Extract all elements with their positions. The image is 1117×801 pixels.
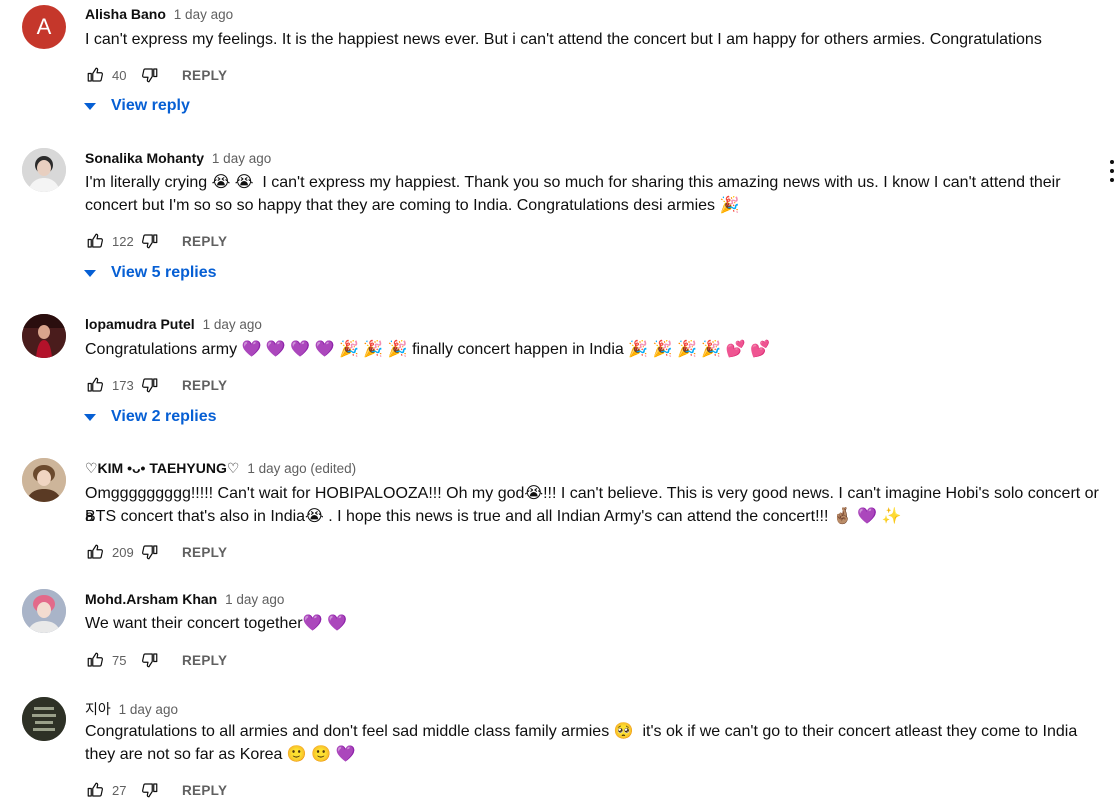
comment-actions: 209 REPLY [85,541,227,563]
comment-time[interactable]: 1 day ago [119,702,178,717]
comment-time[interactable]: 1 day ago [225,592,284,607]
author-name[interactable]: ♡KIM •ᴗ• TAEHYUNG♡ [85,460,239,476]
like-icon[interactable] [85,650,105,670]
avatar[interactable] [22,314,66,358]
dislike-icon[interactable] [140,780,160,800]
like-icon[interactable] [85,542,105,562]
author-name[interactable]: Mohd.Arsham Khan [85,591,217,607]
comment-actions: 122 REPLY [85,230,227,252]
comment-actions: 27 REPLY [85,779,227,801]
comment-header: Sonalika Mohanty 1 day ago [85,150,271,166]
like-count: 122 [112,233,134,249]
comment-text-line: Congratulations army 💜 💜 💜 💜 🎉 🎉 🎉 final… [85,341,770,358]
reply-button[interactable]: REPLY [182,68,227,83]
comment-time[interactable]: 1 day ago [212,151,271,166]
avatar[interactable] [22,458,66,502]
dislike-icon[interactable] [140,375,160,395]
comment-time[interactable]: 1 day ago (edited) [247,461,356,476]
like-icon[interactable] [85,65,105,85]
avatar[interactable] [22,697,66,741]
avatar[interactable]: A [22,5,66,49]
comment-header: ♡KIM •ᴗ• TAEHYUNG♡ 1 day ago (edited) [85,460,356,477]
dislike-icon[interactable] [140,231,160,251]
view-replies-button[interactable]: View 2 replies [82,405,217,429]
like-count: 209 [112,544,134,560]
view-replies-button[interactable]: View 5 replies [82,261,217,285]
more-actions-icon[interactable] [1107,160,1117,182]
comment-time[interactable]: 1 day ago [174,7,233,22]
like-icon[interactable] [85,780,105,800]
author-name[interactable]: lopamudra Putel [85,316,195,332]
comment-text-line: We want their concert together💜 💜 [85,615,347,632]
comment-text-line: I can't express my feelings. It is the h… [85,31,1042,48]
comment-header: 지아 1 day ago [85,699,178,719]
kebab-dot [1110,169,1114,173]
like-icon[interactable] [85,375,105,395]
comment-time[interactable]: 1 day ago [203,317,262,332]
dislike-icon[interactable] [140,65,160,85]
comment-header: Mohd.Arsham Khan 1 day ago [85,591,284,607]
view-replies-label: View reply [111,97,190,114]
comment-actions: 40 REPLY [85,64,227,86]
caret-down-icon [84,102,96,110]
author-name[interactable]: Sonalika Mohanty [85,150,204,166]
avatar[interactable] [22,148,66,192]
dislike-icon[interactable] [140,542,160,562]
avatar[interactable] [22,589,66,633]
author-name[interactable]: Alisha Bano [85,6,166,22]
comment-header: lopamudra Putel 1 day ago [85,316,262,332]
like-count: 173 [112,377,134,393]
caret-down-icon [84,413,96,421]
comment-actions: 173 REPLY [85,374,227,396]
comment-text-line: concert but I'm so so so happy that they… [85,197,740,214]
like-count: 75 [112,652,127,668]
comment-header: Alisha Bano 1 day ago [85,6,233,22]
like-icon[interactable] [85,231,105,251]
caret-down-icon [84,269,96,277]
kebab-dot [1110,178,1114,182]
reply-button[interactable]: REPLY [182,234,227,249]
view-replies-button[interactable]: View reply [82,94,190,118]
reply-button[interactable]: REPLY [182,378,227,393]
comment-text-line: Congratulations to all armies and don't … [85,723,1078,740]
comment-actions: 75 REPLY [85,649,227,671]
like-count: 27 [112,782,127,798]
view-replies-label: View 5 replies [111,264,217,281]
author-name[interactable]: 지아 [85,701,111,717]
view-replies-label: View 2 replies [111,408,217,425]
kebab-dot [1110,160,1114,164]
dislike-icon[interactable] [140,650,160,670]
comment-text-line: I'm literally crying 😭 😭 I can't express… [85,174,1061,191]
comment-text-line: they are not so far as Korea 🙂 🙂 💜 [85,746,356,763]
avatar-letter: A [36,14,52,39]
reply-button[interactable]: REPLY [182,653,227,668]
reply-button[interactable]: REPLY [182,783,227,798]
like-count: 40 [112,67,127,83]
reply-button[interactable]: REPLY [182,545,227,560]
comment-text-line: BTS concert that's also in India😭 . I ho… [85,508,902,525]
